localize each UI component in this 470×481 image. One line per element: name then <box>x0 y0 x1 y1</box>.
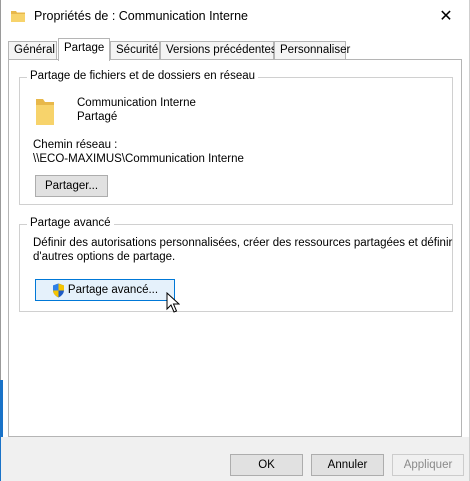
uac-shield-icon <box>52 283 64 297</box>
tab-label: Versions précédentes <box>166 44 277 56</box>
window-title: Propriétés de : Communication Interne <box>34 9 248 23</box>
advanced-sharing-description-line2: d'autres options de partage. <box>33 251 176 263</box>
tab-personnaliser[interactable]: Personnaliser <box>274 41 350 60</box>
tab-label: Sécurité <box>116 44 159 56</box>
group-title: Partage avancé <box>27 217 114 229</box>
tab-general[interactable]: Général <box>8 41 57 60</box>
close-button[interactable]: ✕ <box>429 3 463 29</box>
button-label: Partage avancé... <box>67 284 159 296</box>
cancel-button[interactable]: Annuler <box>311 454 384 476</box>
advanced-sharing-group: Partage avancé Définir des autorisations… <box>19 217 453 312</box>
dialog-footer: OK Annuler Appliquer <box>1 437 469 481</box>
tab-label: Général <box>14 44 55 56</box>
group-title: Partage de fichiers et de dossiers en ré… <box>27 70 259 82</box>
button-label: Annuler <box>327 459 368 471</box>
advanced-sharing-description-line1: Définir des autorisations personnalisées… <box>33 237 453 249</box>
advanced-sharing-button[interactable]: Partage avancé... <box>35 279 175 301</box>
button-label: Appliquer <box>403 459 453 471</box>
title-bar[interactable]: Propriétés de : Communication Interne ✕ <box>1 0 469 32</box>
network-sharing-group: Partage de fichiers et de dossiers en ré… <box>19 70 453 205</box>
button-label: Partager... <box>44 180 99 192</box>
close-icon: ✕ <box>439 8 453 25</box>
folder-icon <box>36 99 54 125</box>
tab-label: Personnaliser <box>280 44 351 56</box>
mouse-pointer-icon <box>166 292 180 313</box>
tab-versions-precedentes[interactable]: Versions précédentes <box>160 41 277 60</box>
tab-securite[interactable]: Sécurité <box>110 41 160 60</box>
tab-panel-partage: Partage de fichiers et de dossiers en ré… <box>8 59 462 437</box>
folder-icon <box>11 11 25 22</box>
network-path-label: Chemin réseau : <box>33 139 118 151</box>
share-button[interactable]: Partager... <box>35 175 108 197</box>
shared-folder-state: Partagé <box>77 111 118 123</box>
ok-button[interactable]: OK <box>230 454 303 476</box>
tab-label: Partage <box>64 42 105 54</box>
apply-button[interactable]: Appliquer <box>392 454 464 476</box>
shared-folder-name: Communication Interne <box>77 97 196 109</box>
tab-partage[interactable]: Partage <box>58 38 110 61</box>
button-label: OK <box>258 459 275 471</box>
network-path-value[interactable]: \\ECO-MAXIMUS\Communication Interne <box>33 153 244 165</box>
